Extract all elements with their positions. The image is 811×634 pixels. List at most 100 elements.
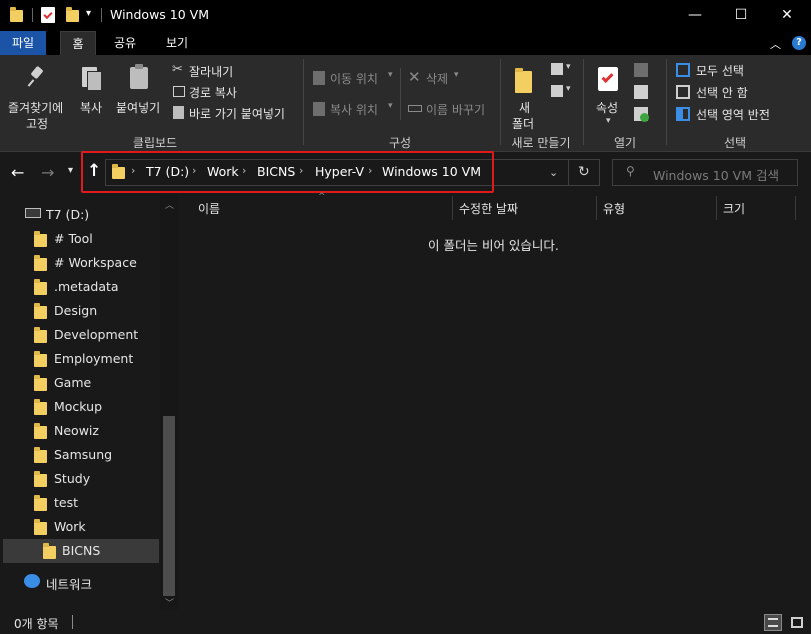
select-none-button[interactable]: 선택 안 함 bbox=[674, 83, 774, 101]
pin-label-2: 고정 bbox=[26, 117, 49, 131]
new-group-title: 새로 만들기 bbox=[511, 136, 571, 150]
select-none-label: 선택 안 함 bbox=[696, 86, 748, 100]
search-placeholder: Windows 10 VM 검색 bbox=[653, 168, 779, 183]
column-header-name[interactable]: 이름 bbox=[198, 200, 220, 217]
details-view-button[interactable] bbox=[764, 614, 782, 631]
sidebar-item-tool[interactable]: # Tool bbox=[0, 227, 160, 251]
forward-arrow-icon[interactable]: → bbox=[41, 163, 54, 182]
status-bar: 0개 항목 bbox=[0, 610, 811, 634]
search-icon: ⚲ bbox=[626, 164, 635, 178]
easy-access-button[interactable]: ▾ bbox=[549, 83, 573, 101]
tab-view[interactable]: 보기 bbox=[160, 31, 194, 55]
select-all-button[interactable]: 모두 선택 bbox=[674, 61, 774, 79]
recent-locations-icon[interactable]: ▾ bbox=[68, 165, 73, 176]
sidebar-item-employment[interactable]: Employment bbox=[0, 347, 160, 371]
sidebar-item-bicns[interactable]: BICNS bbox=[3, 539, 159, 563]
sidebar-item-metadata[interactable]: .metadata bbox=[0, 275, 160, 299]
paste-label: 붙여넣기 bbox=[116, 101, 161, 115]
sidebar-item-label: Neowiz bbox=[54, 423, 99, 438]
column-divider[interactable] bbox=[596, 196, 597, 220]
sidebar-item-test[interactable]: test bbox=[0, 491, 160, 515]
folder-icon bbox=[34, 471, 47, 487]
address-history-icon[interactable]: ⌄ bbox=[549, 166, 558, 179]
move-to-button[interactable]: 이동 위치 ▾ bbox=[310, 69, 398, 87]
scroll-up-icon[interactable]: ︿ bbox=[165, 198, 174, 211]
new-item-button[interactable]: ▾ bbox=[549, 61, 573, 79]
sidebar-scrollbar-thumb[interactable] bbox=[163, 416, 175, 596]
close-button[interactable]: ✕ bbox=[764, 0, 810, 31]
sidebar-item-design[interactable]: Design bbox=[0, 299, 160, 323]
new-folder-label-2: 폴더 bbox=[512, 117, 535, 131]
sidebar-item-work[interactable]: Work bbox=[0, 515, 160, 539]
maximize-button[interactable]: ☐ bbox=[718, 0, 764, 31]
drive-icon bbox=[25, 208, 41, 218]
new-folder-quick-icon[interactable] bbox=[66, 7, 79, 22]
folder-icon bbox=[34, 447, 47, 463]
copy-to-label: 복사 위치 bbox=[330, 103, 378, 117]
empty-folder-message: 이 폴더는 비어 있습니다. bbox=[428, 238, 559, 253]
sidebar-item-label: test bbox=[54, 495, 79, 510]
copy-path-button[interactable]: 경로 복사 bbox=[170, 83, 280, 101]
help-icon[interactable]: ? bbox=[792, 36, 806, 50]
history-icon[interactable] bbox=[634, 107, 649, 122]
sidebar-item-label: Game bbox=[54, 375, 92, 390]
paste-shortcut-button[interactable]: 바로 가기 붙여넣기 bbox=[170, 104, 300, 122]
open-icon[interactable] bbox=[634, 63, 648, 77]
paste-button[interactable]: 붙여넣기 bbox=[114, 59, 166, 133]
cut-button[interactable]: ✂ 잘라내기 bbox=[170, 62, 280, 80]
sidebar-item-neowiz[interactable]: Neowiz bbox=[0, 419, 160, 443]
column-header-modified[interactable]: 수정한 날짜 bbox=[459, 200, 518, 217]
collapse-ribbon-icon[interactable]: ︿ bbox=[770, 36, 781, 52]
divider bbox=[101, 8, 102, 22]
column-divider[interactable] bbox=[452, 196, 453, 220]
sidebar-item-samsung[interactable]: Samsung bbox=[0, 443, 160, 467]
scroll-down-icon[interactable]: ﹀ bbox=[165, 596, 174, 609]
clipboard-group-title: 클립보드 bbox=[132, 136, 178, 150]
sidebar-item-label: Work bbox=[54, 519, 86, 534]
divider bbox=[568, 159, 569, 186]
column-header-size[interactable]: 크기 bbox=[723, 200, 745, 217]
invert-selection-button[interactable]: 선택 영역 반전 bbox=[674, 105, 804, 123]
group-divider bbox=[500, 59, 501, 145]
properties-icon bbox=[598, 67, 618, 91]
invert-selection-icon bbox=[676, 107, 690, 121]
copy-label: 복사 bbox=[80, 101, 103, 115]
properties-button[interactable]: 속성 ▾ bbox=[590, 59, 628, 133]
ribbon-tabs: 파일 홈 공유 보기 ︿ ? bbox=[0, 31, 811, 55]
back-arrow-icon[interactable]: ← bbox=[11, 163, 24, 182]
large-icons-view-button[interactable] bbox=[788, 614, 806, 631]
move-to-icon bbox=[313, 71, 325, 85]
copy-to-button[interactable]: 복사 위치 ▾ bbox=[310, 100, 398, 118]
sidebar-item-mockup[interactable]: Mockup bbox=[0, 395, 160, 419]
clipboard-icon bbox=[130, 67, 148, 89]
delete-icon: ✕ bbox=[408, 68, 421, 86]
column-divider[interactable] bbox=[795, 196, 796, 220]
folder-icon bbox=[34, 423, 47, 439]
tab-file[interactable]: 파일 bbox=[0, 31, 46, 55]
rename-button[interactable]: 이름 바꾸기 bbox=[406, 100, 496, 118]
tab-home[interactable]: 홈 bbox=[60, 31, 96, 55]
tab-share[interactable]: 공유 bbox=[108, 31, 142, 55]
copy-button[interactable]: 복사 bbox=[74, 59, 110, 133]
minimize-button[interactable]: — bbox=[672, 0, 718, 31]
sidebar-item-study[interactable]: Study bbox=[0, 467, 160, 491]
sidebar-item-game[interactable]: Game bbox=[0, 371, 160, 395]
column-header-type[interactable]: 유형 bbox=[603, 200, 625, 217]
folder-icon bbox=[34, 351, 47, 367]
edit-icon[interactable] bbox=[634, 85, 648, 99]
divider bbox=[400, 68, 401, 120]
sidebar-network[interactable]: 네트워크 bbox=[46, 574, 92, 593]
column-divider[interactable] bbox=[716, 196, 717, 220]
refresh-icon[interactable]: ↻ bbox=[578, 164, 590, 180]
sidebar-item-workspace[interactable]: # Workspace bbox=[0, 251, 160, 275]
folder-icon bbox=[34, 399, 47, 415]
sidebar-item-development[interactable]: Development bbox=[0, 323, 160, 347]
easy-access-icon bbox=[551, 85, 563, 97]
sidebar-item-label: Design bbox=[54, 303, 98, 318]
customize-quick-access-icon[interactable]: ▾ bbox=[86, 8, 91, 19]
properties-quick-icon[interactable] bbox=[41, 7, 55, 23]
new-folder-button[interactable]: 새 폴더 bbox=[506, 59, 544, 133]
sidebar-drive[interactable]: T7 (D:) bbox=[46, 207, 89, 222]
pin-to-quick-access-button[interactable]: 즐겨찾기에 고정 bbox=[4, 59, 72, 133]
delete-button[interactable]: ✕ 삭제 ▾ bbox=[406, 68, 466, 87]
